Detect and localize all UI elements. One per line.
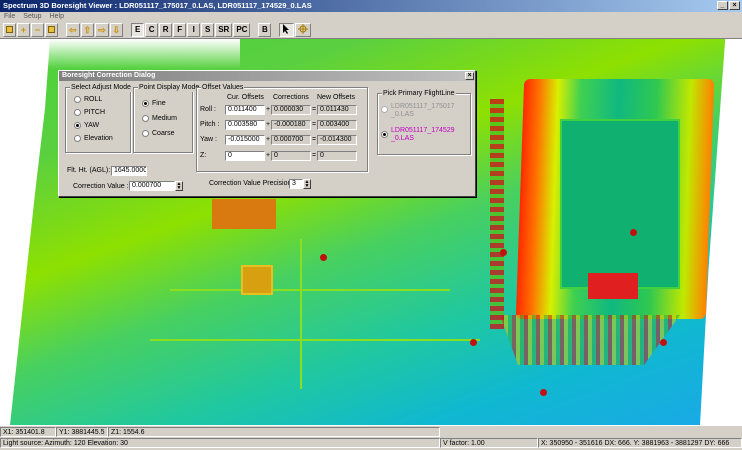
toolbar-button-r[interactable]: R — [159, 23, 173, 37]
building — [588, 273, 638, 299]
minimize-button[interactable]: _ — [717, 1, 728, 10]
menu-file[interactable]: File — [4, 12, 15, 22]
dialog-title-bar: Boresight Correction Dialog × — [59, 71, 475, 81]
status-v-factor: V factor: 1.00 — [440, 438, 538, 448]
building — [241, 265, 273, 295]
yaw-correction: 0.000700 — [271, 135, 311, 145]
adjust-mode-group: Select Adjust Mode ROLL PITCH YAW Elevat… — [65, 83, 132, 153]
yaw-cur-offset[interactable]: -0.015000 — [225, 135, 265, 145]
z-cur-offset[interactable]: 0 — [225, 151, 265, 161]
toolbar-button-e[interactable]: E — [131, 23, 145, 37]
menu-bar: File Setup Help — [0, 12, 742, 22]
pitch-correction: -0.000180 — [271, 120, 311, 130]
precision-field[interactable]: 3 — [289, 179, 303, 189]
adjust-mode-pitch[interactable]: PITCH — [74, 109, 105, 116]
flightline-option-1[interactable]: LDR051117_175017 _0.LAS — [391, 103, 455, 119]
precision-spinner[interactable]: ▲ ▼ — [303, 179, 311, 189]
building — [212, 199, 276, 229]
boresight-correction-dialog: Boresight Correction Dialog × Select Adj… — [58, 70, 476, 197]
offset-values-group: Offset Values Cur. Offsets Corrections N… — [196, 83, 368, 172]
flightline-radio-2[interactable] — [381, 131, 388, 138]
toolbar-button-pc[interactable]: PC — [233, 23, 251, 37]
dialog-close-button[interactable]: × — [465, 72, 474, 80]
flightline-option-2[interactable]: LDR051117_174529 _0.LAS — [391, 127, 455, 143]
toolbar: + − ⇦ ⇧ ⇨ ⇩ E C R F I S SR PC B — [0, 22, 742, 39]
adjust-mode-yaw[interactable]: YAW — [74, 122, 99, 129]
toolbar-button-s[interactable]: S — [201, 23, 215, 37]
stadium-field — [560, 119, 680, 289]
correction-value-field[interactable]: 0.000700 — [129, 181, 175, 191]
precision-label: Correction Value Precision : — [209, 180, 296, 187]
arrow-right-icon[interactable]: ⇨ — [95, 23, 109, 37]
menu-help[interactable]: Help — [50, 12, 64, 22]
zoom-out-icon[interactable]: − — [31, 23, 44, 37]
pick-flightline-group: Pick Primary FlightLine LDR051117_175017… — [377, 89, 471, 155]
display-mode-medium[interactable]: Medium — [142, 115, 177, 122]
window-title: Spectrum 3D Boresight Viewer : LDR051117… — [3, 1, 312, 10]
point-display-group: Point Display Mode Fine Medium Coarse — [133, 83, 201, 153]
flt-ht-field[interactable]: 1645.0000 — [111, 166, 147, 176]
arrow-left-icon[interactable]: ⇦ — [66, 23, 80, 37]
status-z1: Z1: 1554.6 — [108, 427, 440, 437]
point-cloud-view[interactable]: Boresight Correction Dialog × Select Adj… — [0, 39, 742, 425]
dialog-title: Boresight Correction Dialog — [62, 72, 156, 79]
square-tool-icon[interactable] — [3, 23, 16, 37]
close-button[interactable]: × — [729, 1, 740, 10]
display-mode-fine[interactable]: Fine — [142, 100, 166, 107]
roll-new-offset: 0.011430 — [317, 105, 357, 115]
status-extent: X: 350950 - 351616 DX: 666. Y: 3881963 -… — [538, 438, 742, 448]
correction-value-label: Correction Value : — [73, 183, 129, 190]
toolbar-button-f[interactable]: F — [173, 23, 187, 37]
toolbar-button-i[interactable]: I — [187, 23, 201, 37]
z-correction: 0 — [271, 151, 311, 161]
flightline-radio-1[interactable] — [381, 106, 388, 113]
crosshair-icon[interactable] — [295, 23, 312, 37]
fit-icon[interactable] — [45, 23, 58, 37]
display-mode-coarse[interactable]: Coarse — [142, 130, 175, 137]
menu-setup[interactable]: Setup — [23, 12, 41, 22]
pitch-cur-offset[interactable]: 0.003580 — [225, 120, 265, 130]
roll-correction: 0.000030 — [271, 105, 311, 115]
roll-cur-offset[interactable]: 0.011400 — [225, 105, 265, 115]
toolbar-button-c[interactable]: C — [145, 23, 159, 37]
status-light-source: Light source: Azimuth: 120 Elevation: 30 — [0, 438, 440, 448]
correction-value-spinner[interactable]: ▲ ▼ — [175, 181, 183, 191]
status-x1: X1: 351401.8 — [0, 427, 56, 437]
adjust-mode-elevation[interactable]: Elevation — [74, 135, 113, 142]
z-new-offset: 0 — [317, 151, 357, 161]
pitch-new-offset: 0.003400 — [317, 120, 357, 130]
yaw-new-offset: -0.014300 — [317, 135, 357, 145]
window-title-bar: Spectrum 3D Boresight Viewer : LDR051117… — [0, 0, 742, 12]
arrow-down-icon[interactable]: ⇩ — [109, 23, 124, 37]
zoom-in-icon[interactable]: + — [17, 23, 30, 37]
pointer-icon[interactable] — [279, 23, 295, 37]
toolbar-button-sr[interactable]: SR — [215, 23, 233, 37]
status-bar: X1: 351401.8 Y1: 3881445.5 Z1: 1554.6 Li… — [0, 425, 742, 450]
adjust-mode-roll[interactable]: ROLL — [74, 96, 102, 103]
status-y1: Y1: 3881445.5 — [56, 427, 108, 437]
flt-ht-label: Flt. Ht. (AGL): — [67, 167, 111, 174]
arrow-up-icon[interactable]: ⇧ — [80, 23, 95, 37]
toolbar-button-b[interactable]: B — [258, 23, 272, 37]
